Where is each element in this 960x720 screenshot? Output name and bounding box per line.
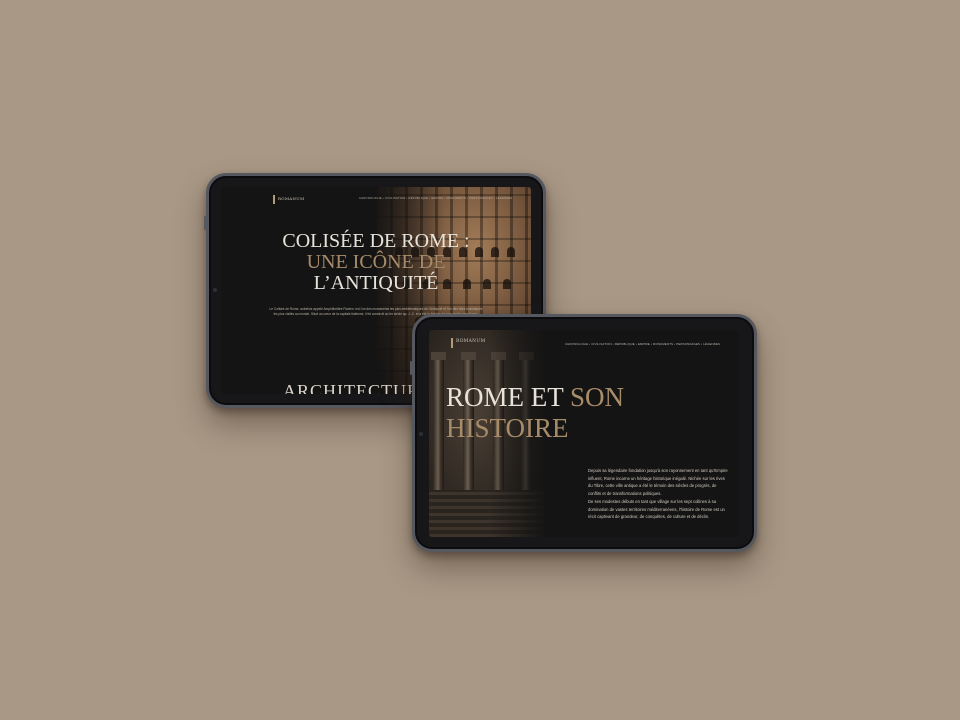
title-line-3: L’ANTIQUITÉ <box>313 272 439 294</box>
volume-button <box>204 216 206 230</box>
front-camera <box>419 432 423 436</box>
title-white-part: ROME ET <box>446 382 571 412</box>
page-title: COLISÉE DE ROME : UNE ICÔNE DE L’ANTIQUI… <box>221 231 531 294</box>
column-logo-icon <box>273 195 275 204</box>
column-logo-icon <box>451 338 453 348</box>
front-camera <box>213 288 217 292</box>
title-accent-part: SON <box>570 382 625 412</box>
main-navigation[interactable]: CHRONOLOGIE • CIVILISATION • RÉPUBLIQUE … <box>359 197 513 200</box>
main-navigation[interactable]: CHRONOLOGIE • CIVILISATION • RÉPUBLIQUE … <box>565 342 720 346</box>
section-heading: ARCHITECTURE <box>283 381 432 394</box>
paragraph-1: Depuis sa légendaire fondation jusqu’à s… <box>588 468 728 497</box>
volume-button <box>410 361 412 375</box>
title-line-2: HISTOIRE <box>446 413 569 443</box>
title-line-1: COLISÉE DE ROME : <box>282 230 470 252</box>
site-logo[interactable]: ROMANUM <box>278 196 304 201</box>
page-title: ROME ET SON HISTOIRE <box>446 382 624 444</box>
title-line-2: UNE ICÔNE DE <box>306 251 446 273</box>
tablet-front: ROMANUM CHRONOLOGIE • CIVILISATION • RÉP… <box>410 314 757 552</box>
paragraph-2: De ses modestes débuts en tant que villa… <box>588 498 725 520</box>
rome-history-page-screen: ROMANUM CHRONOLOGIE • CIVILISATION • RÉP… <box>429 330 739 537</box>
history-paragraph: Depuis sa légendaire fondation jusqu’à s… <box>588 467 730 521</box>
site-logo[interactable]: ROMANUM <box>456 339 485 344</box>
